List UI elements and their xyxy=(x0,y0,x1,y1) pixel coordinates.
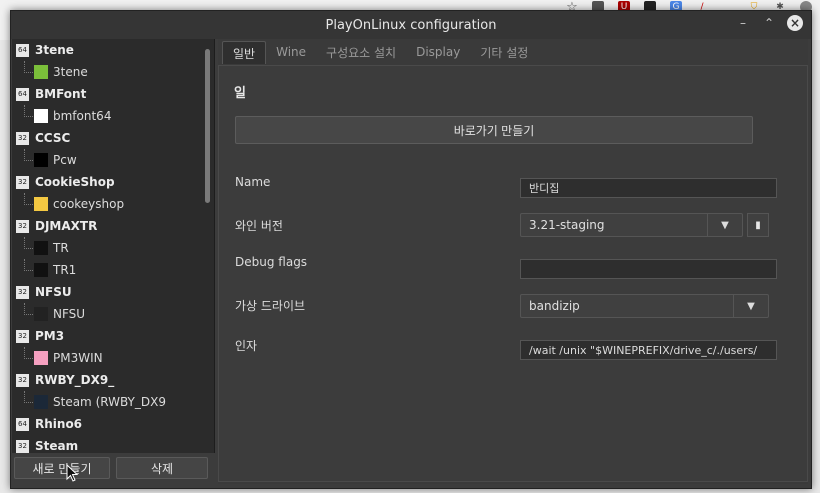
architecture-badge: 32 xyxy=(16,329,29,343)
tree-item-label: PM3 xyxy=(35,329,65,343)
settings-tabs: 일반 Wine 구성요소 설치 Display 기타 설정 xyxy=(222,41,538,65)
tree-scrollbar[interactable] xyxy=(205,49,210,203)
arguments-label: 인자 xyxy=(235,339,258,353)
cookie-icon xyxy=(34,197,48,211)
architecture-badge: 32 xyxy=(16,219,29,233)
wine-version-select[interactable]: 3.21-staging ▼ xyxy=(520,213,743,237)
tree-item-label: cookeyshop xyxy=(53,197,125,211)
window-title: PlayOnLinux configuration xyxy=(325,17,497,33)
name-field[interactable]: 반디집 xyxy=(520,178,777,198)
tree-prefix-item[interactable]: 32 Steam xyxy=(12,435,214,453)
tree-shortcut-item[interactable]: Pcw xyxy=(12,149,214,171)
djmax-icon xyxy=(34,241,48,255)
tree-item-label: bmfont64 xyxy=(53,109,112,123)
debug-flags-field[interactable] xyxy=(520,259,777,279)
maximize-icon[interactable]: ⌃ xyxy=(761,15,777,31)
tree-action-buttons: 새로 만들기 삭제 xyxy=(14,457,208,479)
steam-icon xyxy=(34,395,48,409)
wine-version-value: 3.21-staging xyxy=(529,218,605,232)
architecture-badge: 64 xyxy=(16,417,29,431)
tab-wine[interactable]: Wine xyxy=(266,41,316,63)
tab-misc[interactable]: 기타 설정 xyxy=(470,41,538,63)
settings-panel: 일반 Wine 구성요소 설치 Display 기타 설정 일 바로가기 만들기… xyxy=(218,39,808,484)
window-controls: – ⌃ × xyxy=(735,15,803,31)
name-label: Name xyxy=(235,175,271,189)
tree-prefix-item[interactable]: 32 DJMAXTR xyxy=(12,215,214,237)
playonlinux-config-window: PlayOnLinux configuration – ⌃ × 64 3tene 3… xyxy=(10,10,812,489)
tree-prefix-item[interactable]: 64 BMFont xyxy=(12,83,214,105)
application-tree-list: 64 3tene 3tene 64 BMFont bmfont64 32 CCSC Pcw 32 C… xyxy=(12,39,214,453)
tree-item-label: BMFont xyxy=(35,87,87,101)
tree-shortcut-item[interactable]: 3tene xyxy=(12,61,214,83)
tree-item-label: 3tene xyxy=(35,43,74,57)
tree-prefix-item[interactable]: 32 CookieShop xyxy=(12,171,214,193)
tree-prefix-item[interactable]: 32 NFSU xyxy=(12,281,214,303)
tree-prefix-item[interactable]: 64 3tene xyxy=(12,39,214,61)
tree-item-label: Steam xyxy=(35,439,79,453)
tree-shortcut-item[interactable]: Steam (RWBY_DX9 xyxy=(12,391,214,413)
wine-version-extra-button[interactable]: ▮ xyxy=(747,213,769,237)
tree-item-label: Pcw xyxy=(53,153,77,167)
architecture-badge: 32 xyxy=(16,131,29,145)
chevron-down-icon[interactable]: ▼ xyxy=(733,295,768,317)
virtual-drive-value: bandizip xyxy=(529,299,580,313)
tree-item-label: Rhino6 xyxy=(35,417,83,431)
general-tab-content: 일 바로가기 만들기 Name 반디집 와인 버전 3.21-staging ▼… xyxy=(218,65,808,482)
tree-item-label: CCSC xyxy=(35,131,71,145)
tree-item-label: RWBY_DX9_ xyxy=(35,373,115,387)
tree-item-label: TR1 xyxy=(53,263,77,277)
tree-prefix-item[interactable]: 32 RWBY_DX9_ xyxy=(12,369,214,391)
delete-button[interactable]: 삭제 xyxy=(116,457,208,479)
tree-item-label: NFSU xyxy=(53,307,86,321)
tree-shortcut-item[interactable]: TR1 xyxy=(12,259,214,281)
djmax-icon xyxy=(34,263,48,277)
tab-display[interactable]: Display xyxy=(406,41,470,63)
new-button[interactable]: 새로 만들기 xyxy=(14,457,110,479)
tree-shortcut-item[interactable]: TR xyxy=(12,237,214,259)
close-icon[interactable]: × xyxy=(787,15,803,31)
tree-prefix-item[interactable]: 32 PM3 xyxy=(12,325,214,347)
tree-item-label: Steam (RWBY_DX9 xyxy=(53,395,166,409)
application-tree[interactable]: 64 3tene 3tene 64 BMFont bmfont64 32 CCSC Pcw 32 C… xyxy=(12,39,215,453)
tree-shortcut-item[interactable]: bmfont64 xyxy=(12,105,214,127)
architecture-badge: 64 xyxy=(16,43,29,57)
terminal-icon xyxy=(34,153,48,167)
virtual-drive-select[interactable]: bandizip ▼ xyxy=(520,294,769,318)
pm3-icon xyxy=(34,351,48,365)
tab-general[interactable]: 일반 xyxy=(222,41,267,64)
architecture-badge: 32 xyxy=(16,439,29,453)
create-shortcut-button[interactable]: 바로가기 만들기 xyxy=(235,116,753,144)
tree-item-label: 3tene xyxy=(53,65,88,79)
tree-prefix-item[interactable]: 64 Rhino6 xyxy=(12,413,214,435)
tree-item-label: DJMAXTR xyxy=(35,219,98,233)
chevron-down-icon[interactable]: ▼ xyxy=(707,214,742,236)
window-titlebar[interactable]: PlayOnLinux configuration – ⌃ × xyxy=(11,11,811,39)
tree-item-label: TR xyxy=(53,241,69,255)
android-icon xyxy=(34,65,48,79)
tree-shortcut-item[interactable]: cookeyshop xyxy=(12,193,214,215)
tree-prefix-item[interactable]: 32 CCSC xyxy=(12,127,214,149)
section-title: 일 xyxy=(234,86,246,101)
nfsu-icon xyxy=(34,307,48,321)
architecture-badge: 32 xyxy=(16,175,29,189)
arguments-field[interactable]: /wait /unix "$WINEPREFIX/drive_c/./users… xyxy=(520,340,777,360)
tree-item-label: NFSU xyxy=(35,285,72,299)
minimize-icon[interactable]: – xyxy=(735,15,751,31)
architecture-badge: 32 xyxy=(16,285,29,299)
mouse-cursor-icon xyxy=(66,464,78,482)
tab-install-components[interactable]: 구성요소 설치 xyxy=(316,41,406,63)
virtual-drive-label: 가상 드라이브 xyxy=(235,299,306,313)
architecture-badge: 32 xyxy=(16,373,29,387)
architecture-badge: 64 xyxy=(16,87,29,101)
bmfont-icon xyxy=(34,109,48,123)
wine-version-label: 와인 버전 xyxy=(235,219,283,233)
tree-item-label: CookieShop xyxy=(35,175,115,189)
tree-item-label: PM3WIN xyxy=(53,351,103,365)
debug-flags-label: Debug flags xyxy=(235,255,308,269)
tree-shortcut-item[interactable]: NFSU xyxy=(12,303,214,325)
tree-shortcut-item[interactable]: PM3WIN xyxy=(12,347,214,369)
